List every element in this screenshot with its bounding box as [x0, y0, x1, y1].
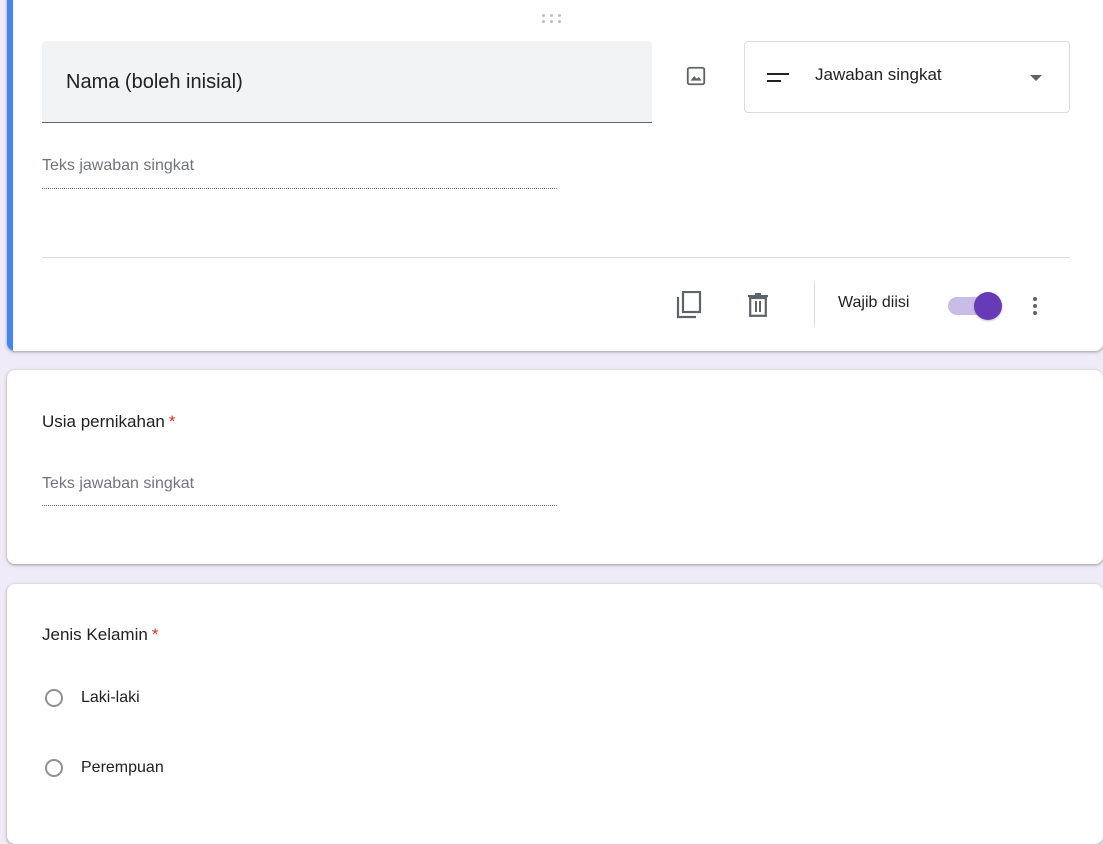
- option-label: Laki-laki: [81, 689, 140, 706]
- add-image-button[interactable]: [682, 62, 710, 90]
- answer-underline: [42, 188, 557, 189]
- toggle-thumb: [974, 292, 1002, 320]
- question-title-input[interactable]: Nama (boleh inisial): [42, 41, 652, 123]
- question-title-text: Usia pernikahan: [42, 412, 165, 431]
- required-marker: *: [151, 625, 159, 644]
- copy-icon: [676, 291, 702, 319]
- image-icon: [686, 66, 706, 86]
- card-footer-divider: [42, 257, 1070, 258]
- delete-button[interactable]: [742, 289, 774, 321]
- radio-option-laki-laki[interactable]: Laki-laki: [45, 685, 140, 711]
- question-type-label: Jawaban singkat: [815, 65, 942, 84]
- answer-underline: [42, 505, 557, 506]
- radio-button[interactable]: [45, 689, 63, 707]
- arrow-drop-down-icon: [1030, 75, 1042, 81]
- question-title: Usia pernikahan *: [42, 412, 175, 432]
- question-title: Jenis Kelamin *: [42, 625, 158, 645]
- trash-icon: [748, 293, 768, 317]
- more-vert-icon[interactable]: [1025, 290, 1045, 322]
- active-card-indicator: [7, 0, 13, 351]
- radio-button[interactable]: [45, 759, 63, 777]
- radio-option-perempuan[interactable]: Perempuan: [45, 755, 164, 781]
- required-marker: *: [168, 412, 176, 431]
- drag-handle-icon[interactable]: [542, 14, 568, 26]
- question-type-dropdown[interactable]: Jawaban singkat: [744, 41, 1070, 113]
- question-card-nama[interactable]: Nama (boleh inisial) Jawaban singkat Tek…: [7, 0, 1103, 351]
- footer-separator: [814, 281, 815, 327]
- option-label: Perempuan: [81, 759, 164, 776]
- question-card-usia[interactable]: Usia pernikahan * Teks jawaban singkat: [7, 370, 1103, 564]
- question-title-text: Nama (boleh inisial): [66, 71, 243, 93]
- duplicate-button[interactable]: [673, 289, 705, 321]
- question-title-text: Jenis Kelamin: [42, 625, 148, 644]
- required-toggle[interactable]: [948, 292, 1002, 320]
- answer-placeholder: Teks jawaban singkat: [42, 157, 195, 174]
- answer-placeholder: Teks jawaban singkat: [42, 475, 195, 492]
- required-label: Wajib diisi: [838, 294, 910, 311]
- question-card-jenis-kelamin[interactable]: Jenis Kelamin * Laki-laki Perempuan: [7, 584, 1103, 844]
- short-text-icon: [767, 73, 789, 82]
